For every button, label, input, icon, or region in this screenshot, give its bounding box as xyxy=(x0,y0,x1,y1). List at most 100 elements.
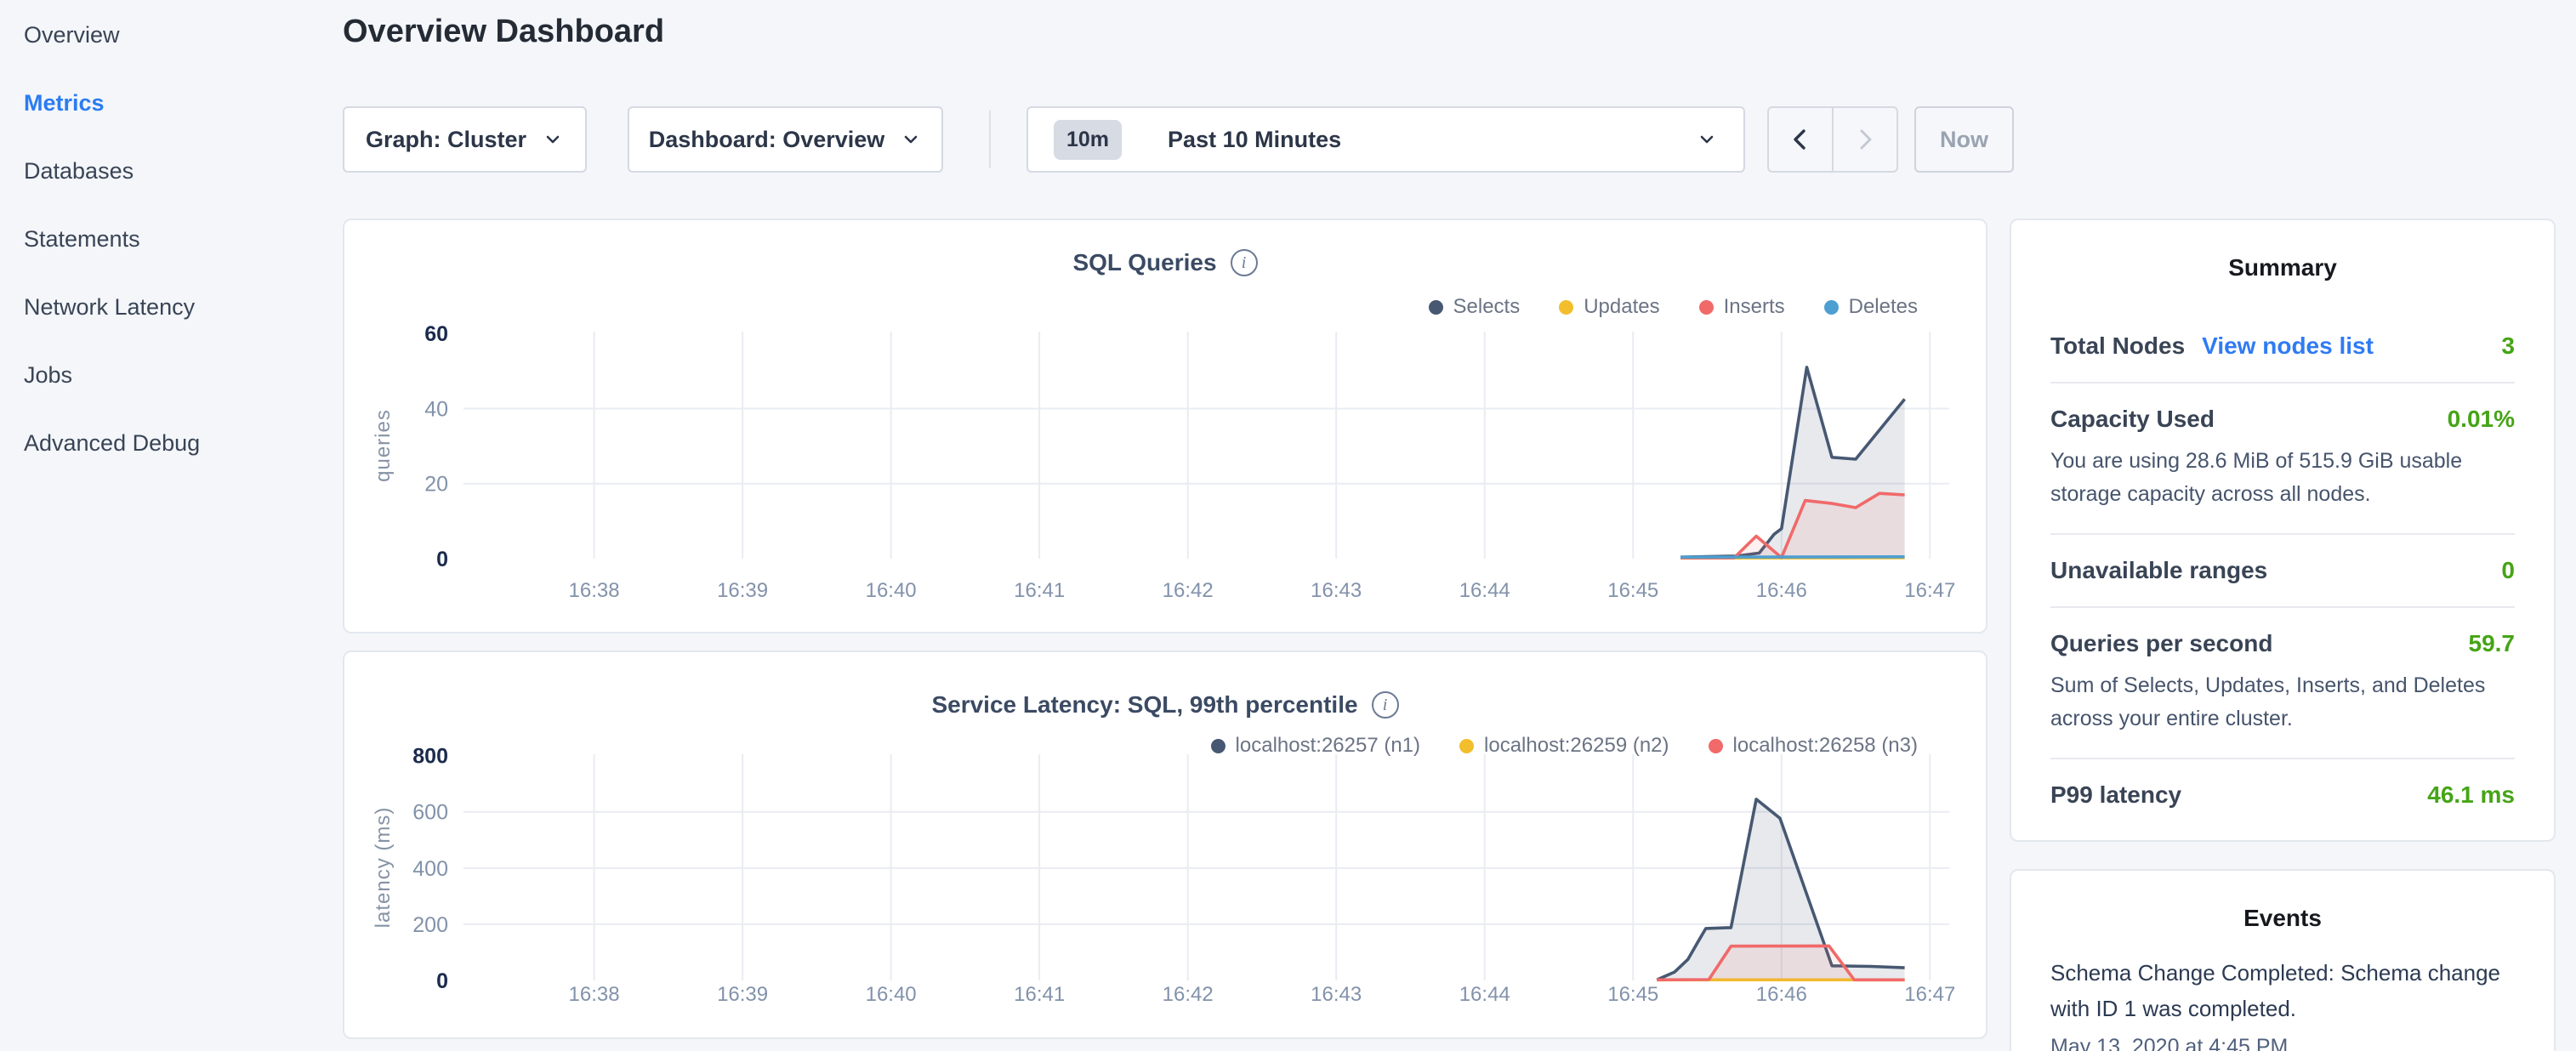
event-list-item[interactable]: Schema Change Completed: Schema change w… xyxy=(2050,956,2515,1051)
sidebar-item-databases[interactable]: Databases xyxy=(24,158,340,184)
legend-dot-icon xyxy=(1429,300,1443,315)
svg-text:16:39: 16:39 xyxy=(717,983,768,1006)
now-button[interactable]: Now xyxy=(1914,106,2014,173)
summary-row-description: You are using 28.6 MiB of 515.9 GiB usab… xyxy=(2050,445,2515,511)
svg-text:600: 600 xyxy=(412,801,448,825)
svg-text:40: 40 xyxy=(424,397,448,421)
svg-text:20: 20 xyxy=(424,473,448,497)
event-message: Schema Change Completed: Schema change w… xyxy=(2050,956,2515,1026)
sidebar-item-advanced-debug[interactable]: Advanced Debug xyxy=(24,430,340,456)
summary-row-value: 0.01% xyxy=(2448,406,2515,433)
event-timestamp: May 13, 2020 at 4:45 PM xyxy=(2050,1035,2515,1051)
svg-text:16:43: 16:43 xyxy=(1311,983,1362,1006)
now-button-label: Now xyxy=(1940,127,1988,153)
sidebar-item-statements[interactable]: Statements xyxy=(24,226,340,252)
summary-title: Summary xyxy=(2011,254,2554,281)
svg-text:16:44: 16:44 xyxy=(1459,983,1510,1006)
legend-item[interactable]: localhost:26258 (n3) xyxy=(1709,734,1918,758)
svg-text:16:45: 16:45 xyxy=(1607,579,1658,602)
time-range-dropdown[interactable]: 10m Past 10 Minutes xyxy=(1026,106,1745,173)
service-latency-chart-card: Service Latency: SQL, 99th percentile lo… xyxy=(343,650,1987,1039)
summary-panel: Summary Total Nodes View nodes list 3 Ca… xyxy=(2010,219,2556,842)
summary-row-unavailable-ranges: Unavailable ranges 0 xyxy=(2050,533,2515,606)
summary-row-value: 59.7 xyxy=(2469,630,2516,657)
svg-text:16:46: 16:46 xyxy=(1756,983,1807,1006)
legend-dot-icon xyxy=(1824,300,1839,315)
events-title: Events xyxy=(2011,905,2554,932)
sidebar-item-overview[interactable]: Overview xyxy=(24,22,340,48)
sidebar-item-jobs[interactable]: Jobs xyxy=(24,362,340,388)
svg-text:16:47: 16:47 xyxy=(1904,983,1955,1006)
legend-item[interactable]: Selects xyxy=(1429,295,1521,319)
dashboard-dropdown-label: Dashboard: Overview xyxy=(649,127,885,153)
legend-dot-icon xyxy=(1559,300,1573,315)
legend-label: Selects xyxy=(1453,295,1521,319)
legend-dot-icon xyxy=(1709,739,1723,753)
chart-plot[interactable]: 16:3816:3916:4016:4116:4216:4316:4416:45… xyxy=(344,220,1986,632)
svg-text:16:42: 16:42 xyxy=(1163,579,1214,602)
svg-text:16:47: 16:47 xyxy=(1904,579,1955,602)
info-icon[interactable] xyxy=(1231,249,1258,276)
legend-label: Deletes xyxy=(1849,295,1918,319)
events-panel: Events Schema Change Completed: Schema c… xyxy=(2010,869,2556,1051)
summary-row-capacity-used: Capacity Used 0.01% You are using 28.6 M… xyxy=(2050,382,2515,533)
time-range-label: Past 10 Minutes xyxy=(1168,127,1341,153)
legend-dot-icon xyxy=(1459,739,1474,753)
summary-row-value: 0 xyxy=(2501,557,2515,584)
svg-text:16:40: 16:40 xyxy=(866,579,917,602)
legend-item[interactable]: Inserts xyxy=(1699,295,1785,319)
legend-label: localhost:26258 (n3) xyxy=(1733,734,1918,758)
svg-text:16:39: 16:39 xyxy=(717,579,768,602)
svg-text:16:38: 16:38 xyxy=(569,983,620,1006)
info-icon[interactable] xyxy=(1372,691,1399,719)
legend-dot-icon xyxy=(1211,739,1225,753)
graph-dropdown-label: Graph: Cluster xyxy=(366,127,526,153)
dashboard-dropdown[interactable]: Dashboard: Overview xyxy=(628,106,943,173)
chevron-down-icon xyxy=(900,128,922,151)
page-title: Overview Dashboard xyxy=(343,14,664,50)
legend-item[interactable]: localhost:26257 (n1) xyxy=(1211,734,1420,758)
summary-row-label: Capacity Used xyxy=(2050,406,2215,433)
legend-item[interactable]: Deletes xyxy=(1824,295,1918,319)
chevron-down-icon xyxy=(1696,128,1718,151)
svg-text:16:45: 16:45 xyxy=(1607,983,1658,1006)
chart-title: SQL Queries xyxy=(1072,249,1216,276)
chevron-left-icon xyxy=(1788,125,1813,154)
chart-legend: localhost:26257 (n1) localhost:26259 (n2)… xyxy=(1211,734,1918,758)
sidebar-item-metrics[interactable]: Metrics xyxy=(24,90,340,116)
svg-text:16:46: 16:46 xyxy=(1756,579,1807,602)
svg-text:16:43: 16:43 xyxy=(1311,579,1362,602)
svg-text:200: 200 xyxy=(412,913,448,937)
summary-row-description: Sum of Selects, Updates, Inserts, and De… xyxy=(2050,669,2515,736)
time-step-back-button[interactable] xyxy=(1769,108,1832,171)
svg-text:16:41: 16:41 xyxy=(1014,983,1065,1006)
svg-text:0: 0 xyxy=(436,969,448,993)
svg-text:16:42: 16:42 xyxy=(1163,983,1214,1006)
time-step-forward-button[interactable] xyxy=(1832,108,1896,171)
legend-label: Updates xyxy=(1584,295,1659,319)
summary-row-value: 46.1 ms xyxy=(2427,781,2515,809)
time-range-badge: 10m xyxy=(1054,120,1122,160)
summary-row-label: Total Nodes xyxy=(2050,332,2185,360)
time-step-buttons xyxy=(1767,106,1898,173)
legend-label: localhost:26259 (n2) xyxy=(1484,734,1669,758)
summary-row-queries-per-second: Queries per second 59.7 Sum of Selects, … xyxy=(2050,606,2515,758)
chart-legend: Selects Updates Inserts Deletes xyxy=(1429,295,1919,319)
legend-item[interactable]: localhost:26259 (n2) xyxy=(1459,734,1669,758)
legend-item[interactable]: Updates xyxy=(1559,295,1659,319)
svg-text:60: 60 xyxy=(424,322,448,346)
svg-text:16:41: 16:41 xyxy=(1014,579,1065,602)
controls-divider xyxy=(989,111,991,168)
summary-row-label: P99 latency xyxy=(2050,781,2181,809)
chart-title: Service Latency: SQL, 99th percentile xyxy=(931,691,1357,719)
summary-row-value: 3 xyxy=(2501,332,2515,360)
svg-text:0: 0 xyxy=(436,548,448,571)
legend-dot-icon xyxy=(1699,300,1714,315)
sidebar-item-network-latency[interactable]: Network Latency xyxy=(24,294,340,320)
legend-label: localhost:26257 (n1) xyxy=(1236,734,1420,758)
svg-text:16:44: 16:44 xyxy=(1459,579,1510,602)
sql-queries-chart-card: SQL Queries Selects Updates Inserts Deletes… xyxy=(343,219,1987,633)
view-nodes-list-link[interactable]: View nodes list xyxy=(2202,332,2374,360)
graph-dropdown[interactable]: Graph: Cluster xyxy=(343,106,587,173)
summary-row-p99-latency: P99 latency 46.1 ms xyxy=(2050,758,2515,831)
